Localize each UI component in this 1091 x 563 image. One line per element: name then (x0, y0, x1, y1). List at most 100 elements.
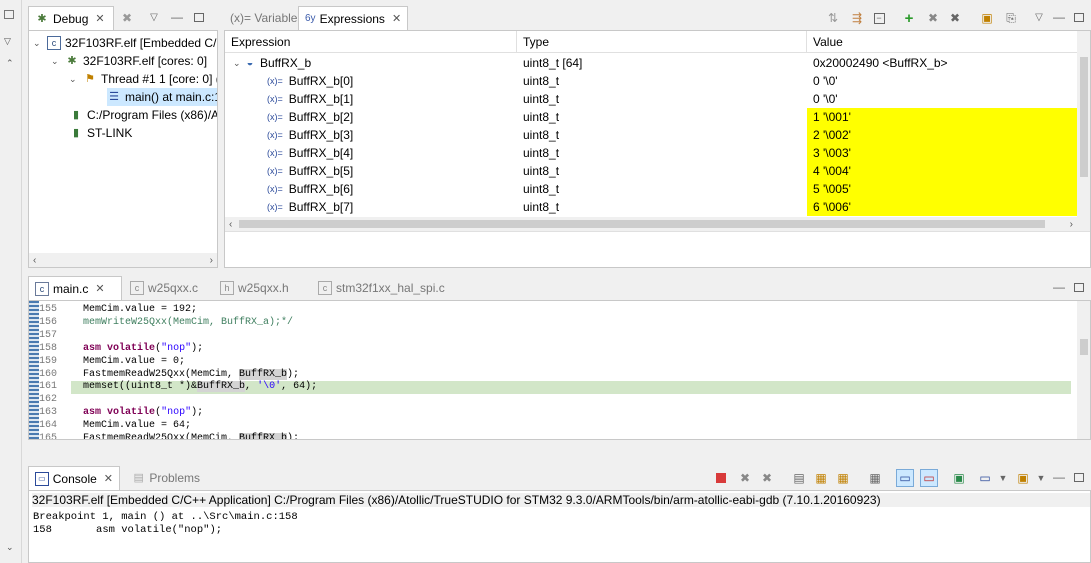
code-line[interactable] (71, 330, 1071, 343)
minimize-icon[interactable]: — (1050, 8, 1068, 26)
code-line[interactable]: FastmemReadW25Qxx(MemCim, BuffRX_b); (71, 433, 1071, 439)
horizontal-scrollbar[interactable]: ‹ › (29, 253, 217, 267)
cell-value[interactable]: 0 '\0' (807, 72, 1083, 90)
maximize-icon[interactable] (1070, 468, 1088, 486)
expand-icon[interactable]: ⌄ (233, 58, 243, 69)
cell-value[interactable]: 4 '\004' (807, 162, 1083, 180)
maximize-icon[interactable] (1070, 278, 1088, 296)
show-console-on-output-icon[interactable]: ▦ (866, 469, 884, 487)
pin-console-icon[interactable]: ▭ (920, 469, 938, 487)
maximize-icon[interactable] (1070, 8, 1088, 26)
view-menu-icon[interactable]: ▽ (145, 8, 163, 26)
cell-value[interactable]: 6 '\006' (807, 198, 1083, 216)
new-view-icon[interactable]: ▣ (978, 9, 996, 27)
minimize-icon[interactable]: — (168, 8, 186, 26)
tree-item-launch[interactable]: ⌄ c 32F103RF.elf [Embedded C/C++ Applica… (33, 34, 217, 52)
code-line[interactable]: FastmemReadW25Qxx(MemCim, BuffRX_b); (71, 368, 1071, 382)
vertical-scrollbar[interactable] (1077, 31, 1090, 231)
chevron-down-icon[interactable]: ▽ (4, 36, 11, 47)
cell-value[interactable]: 3 '\003' (807, 144, 1083, 162)
chevron-down-icon[interactable]: ▼ (1032, 469, 1050, 487)
table-row[interactable]: ⌄ ◒ BuffRX_b uint8_t [64] 0x20002490 <BuffRX… (225, 54, 1083, 72)
code-line[interactable]: asm volatile("nop"); (71, 407, 1071, 420)
close-icon[interactable]: ✕ (104, 472, 113, 485)
expand-icon[interactable]: ⌄ (51, 56, 61, 67)
remove-terminated-icon[interactable]: ✖ (118, 9, 136, 27)
expand-icon[interactable]: ⌄ (33, 38, 43, 49)
scroll-lock-icon[interactable]: ▦ (812, 469, 830, 487)
collapse-all-icon[interactable]: − (870, 9, 888, 27)
tab-variables[interactable]: (x)= Variables (224, 6, 303, 30)
terminate-icon[interactable] (712, 469, 730, 487)
code-line[interactable]: asm volatile("nop"); (71, 343, 1071, 356)
maximize-icon[interactable] (190, 8, 208, 26)
tree-item-stack-frame[interactable]: ☰ main() at main.c:158 (107, 88, 217, 106)
minimize-icon[interactable]: — (1050, 278, 1068, 296)
table-row[interactable]: (x)= BuffRX_b[7] uint8_t 6 '\006' (225, 198, 1083, 216)
scroll-up-icon[interactable]: ⌃ (6, 58, 14, 69)
cell-value[interactable]: 1 '\001' (807, 108, 1083, 126)
horizontal-scrollbar[interactable]: ‹ › (225, 217, 1077, 231)
code-line[interactable]: MemCim.value = 0; (71, 356, 1071, 369)
clear-console-icon[interactable]: ▤ (790, 469, 808, 487)
table-row[interactable]: (x)= BuffRX_b[0] uint8_t 0 '\0' (225, 72, 1083, 90)
remove-all-terminated-icon[interactable]: ✖ (758, 469, 776, 487)
remove-expression-icon[interactable]: ✖ (924, 9, 942, 27)
table-row[interactable]: (x)= BuffRX_b[3] uint8_t 2 '\002' (225, 126, 1083, 144)
table-row[interactable]: (x)= BuffRX_b[1] uint8_t 0 '\0' (225, 90, 1083, 108)
code-line[interactable]: MemCim.value = 192; (71, 304, 1071, 317)
scroll-down-icon[interactable]: ⌄ (6, 542, 14, 553)
table-row[interactable]: (x)= BuffRX_b[2] uint8_t 1 '\001' (225, 108, 1083, 126)
column-header-type[interactable]: Type (517, 31, 807, 53)
remove-all-expressions-icon[interactable]: ✖ (946, 9, 964, 27)
scroll-right-icon[interactable]: › (210, 255, 213, 266)
code-line[interactable]: memset((uint8_t *)&BuffRX_b, '\0', 64); (71, 381, 1071, 395)
new-console-icon[interactable]: ▣ (1014, 469, 1032, 487)
word-wrap-icon[interactable]: ▦ (834, 469, 852, 487)
pin-icon[interactable]: ⎘ (1002, 9, 1020, 27)
expand-icon[interactable]: ⌄ (69, 74, 79, 85)
chevron-down-icon[interactable]: ▼ (994, 469, 1012, 487)
scroll-left-icon[interactable]: ‹ (33, 255, 36, 266)
cell-value[interactable]: 0 '\0' (807, 90, 1083, 108)
table-row[interactable]: (x)= BuffRX_b[6] uint8_t 5 '\005' (225, 180, 1083, 198)
minimize-icon[interactable]: — (1050, 468, 1068, 486)
tab-problems[interactable]: ▤ Problems (126, 466, 206, 490)
vertical-scrollbar[interactable] (1077, 301, 1090, 439)
restore-icon[interactable] (4, 10, 14, 19)
tab-w25qxx-c[interactable]: c w25qxx.c (124, 276, 208, 300)
tab-console[interactable]: ▭ Console ✕ (28, 466, 120, 490)
add-expression-icon[interactable]: + (900, 9, 918, 27)
code-line[interactable]: memWriteW25Qxx(MemCim, BuffRX_a);*/ (71, 317, 1071, 330)
scroll-thumb[interactable] (239, 220, 1045, 228)
scroll-right-icon[interactable]: › (1070, 219, 1073, 230)
cell-value[interactable]: 5 '\005' (807, 180, 1083, 198)
code-editor[interactable]: 155 MemCim.value = 192; 156 memWriteW25Qx… (28, 300, 1091, 440)
column-header-value[interactable]: Value (807, 31, 1083, 53)
show-console-on-error-icon[interactable]: ▭ (896, 469, 914, 487)
remove-launch-icon[interactable]: ✖ (736, 469, 754, 487)
show-type-names-icon[interactable]: ⇅ (824, 9, 842, 27)
scroll-thumb[interactable] (1080, 57, 1088, 177)
tree-item-thread[interactable]: ⌄ ⚑ Thread #1 1 [core: 0] (Suspended : B… (69, 70, 217, 88)
close-icon[interactable]: ✕ (95, 12, 104, 25)
scroll-left-icon[interactable]: ‹ (229, 219, 232, 230)
close-icon[interactable]: ✕ (392, 12, 401, 25)
tab-debug[interactable]: ✱ Debug ✕ (28, 6, 114, 30)
tree-item-stlink[interactable]: ▮ ST-LINK (69, 124, 132, 142)
cell-value[interactable]: 0x20002490 <BuffRX_b> (807, 54, 1083, 72)
tab-expressions[interactable]: 6y Expressions ✕ (298, 6, 408, 30)
tab-stm32f1xx-hal-spi-c[interactable]: c stm32f1xx_hal_spi.c (312, 276, 452, 300)
table-row[interactable]: (x)= BuffRX_b[4] uint8_t 3 '\003' (225, 144, 1083, 162)
tree-item-target[interactable]: ⌄ ✱ 32F103RF.elf [cores: 0] (51, 52, 207, 70)
tab-main-c[interactable]: c main.c ✕ (28, 276, 122, 300)
column-header-expression[interactable]: Expression (225, 31, 517, 53)
display-selected-console-icon[interactable]: ▣ (950, 469, 968, 487)
show-logical-structure-icon[interactable]: ⇶ (848, 9, 866, 27)
close-icon[interactable]: ✕ (95, 282, 104, 295)
view-menu-icon[interactable]: ▽ (1030, 8, 1048, 26)
tab-w25qxx-h[interactable]: h w25qxx.h (214, 276, 300, 300)
tree-item-gdb[interactable]: ▮ C:/Program Files (x86)/Atollic/TrueSTU… (69, 106, 217, 124)
code-line[interactable] (71, 394, 1071, 407)
scroll-thumb[interactable] (1080, 339, 1088, 355)
